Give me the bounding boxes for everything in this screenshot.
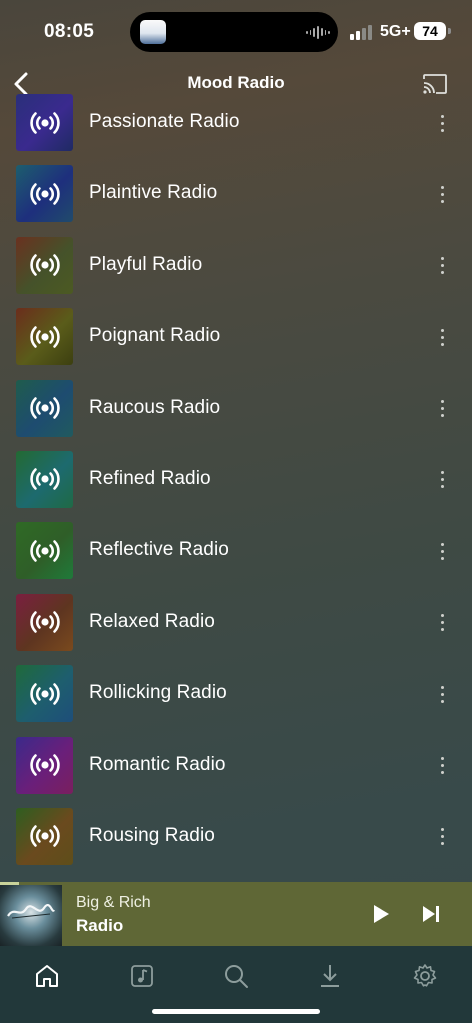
station-label: Raucous Radio: [89, 396, 221, 418]
more-vertical-icon[interactable]: [432, 680, 452, 708]
battery-tip: [448, 28, 451, 34]
station-label: Poignant Radio: [89, 325, 221, 347]
home-indicator[interactable]: [152, 1009, 320, 1014]
tab-library[interactable]: [128, 962, 156, 990]
tab-home[interactable]: [33, 962, 61, 990]
tab-downloads[interactable]: [316, 962, 344, 990]
status-bar: 08:05 5G+ 74: [0, 0, 472, 62]
more-vertical-icon[interactable]: [432, 323, 452, 351]
station-thumbnail: [16, 308, 73, 366]
station-thumbnail: [16, 522, 73, 580]
skip-next-icon: [423, 906, 439, 922]
radio-broadcast-icon: [28, 677, 62, 711]
tab-settings[interactable]: [411, 962, 439, 990]
radio-broadcast-icon: [28, 534, 62, 568]
more-vertical-icon[interactable]: [432, 823, 452, 851]
signal-icon: [350, 25, 374, 40]
more-vertical-icon[interactable]: [432, 109, 452, 137]
radio-broadcast-icon: [28, 248, 62, 282]
station-row[interactable]: Passionate Radio: [0, 87, 472, 158]
station-label: Romantic Radio: [89, 753, 226, 775]
station-row[interactable]: Refined Radio: [0, 444, 472, 515]
station-label: Rousing Radio: [89, 824, 215, 846]
now-playing-thumbnail-icon: [140, 20, 166, 44]
station-thumbnail: [16, 379, 73, 437]
status-time: 08:05: [44, 21, 95, 42]
station-label: Passionate Radio: [89, 111, 240, 132]
radio-broadcast-icon: [28, 819, 62, 853]
station-label: Plaintive Radio: [89, 182, 218, 204]
station-row[interactable]: Raucous Radio: [0, 373, 472, 444]
station-label: Refined Radio: [89, 467, 211, 489]
play-icon: [374, 905, 389, 923]
more-vertical-icon[interactable]: [432, 752, 452, 780]
radio-broadcast-icon: [28, 106, 62, 140]
station-thumbnail: [16, 94, 73, 151]
radio-broadcast-icon: [28, 391, 62, 425]
radio-broadcast-icon: [28, 605, 62, 639]
more-vertical-icon[interactable]: [432, 252, 452, 280]
home-icon: [36, 965, 58, 987]
mini-player[interactable]: Big & Rich Radio: [0, 882, 472, 946]
more-vertical-icon[interactable]: [432, 609, 452, 637]
more-vertical-icon[interactable]: [432, 180, 452, 208]
station-thumbnail: [16, 593, 73, 651]
more-vertical-icon[interactable]: [432, 466, 452, 494]
tab-search[interactable]: [222, 962, 250, 990]
battery-icon: 74: [414, 22, 446, 40]
station-list: Passionate Radio Plaintive Radio Playful R…: [0, 87, 472, 872]
settings-gear-icon: [413, 964, 437, 987]
station-thumbnail: [16, 165, 73, 223]
album-logo: [7, 904, 55, 919]
station-label: Playful Radio: [89, 253, 203, 275]
battery-level: 74: [422, 23, 438, 39]
audio-wave-icon: [306, 25, 331, 39]
more-vertical-icon[interactable]: [432, 537, 452, 565]
network-type: 5G+: [380, 23, 411, 40]
dynamic-island[interactable]: [130, 12, 338, 52]
play-button[interactable]: [370, 903, 392, 925]
station-row[interactable]: Rollicking Radio: [0, 658, 472, 729]
station-row[interactable]: Reflective Radio: [0, 515, 472, 586]
radio-broadcast-icon: [28, 462, 62, 496]
music-note-icon: [131, 965, 153, 987]
player-artist: Big & Rich: [76, 894, 151, 911]
station-thumbnail: [16, 236, 73, 294]
search-icon: [225, 965, 248, 988]
download-icon: [321, 965, 339, 987]
album-art: [0, 885, 62, 946]
more-vertical-icon[interactable]: [432, 395, 452, 423]
station-thumbnail: [16, 807, 73, 865]
station-thumbnail: [16, 665, 73, 723]
station-label: Rollicking Radio: [89, 682, 227, 704]
skip-next-button[interactable]: [420, 904, 442, 924]
radio-broadcast-icon: [28, 748, 62, 782]
station-row[interactable]: Relaxed Radio: [0, 587, 472, 658]
station-row[interactable]: Plaintive Radio: [0, 158, 472, 229]
radio-broadcast-icon: [28, 320, 62, 354]
station-thumbnail: [16, 450, 73, 508]
station-label: Reflective Radio: [89, 539, 229, 561]
station-thumbnail: [16, 736, 73, 794]
station-row[interactable]: Rousing Radio: [0, 801, 472, 872]
station-label: Relaxed Radio: [89, 610, 215, 632]
station-row[interactable]: Romantic Radio: [0, 730, 472, 801]
player-title: Radio: [76, 916, 124, 935]
station-row[interactable]: Poignant Radio: [0, 301, 472, 372]
station-row[interactable]: Playful Radio: [0, 230, 472, 301]
radio-broadcast-icon: [28, 177, 62, 211]
